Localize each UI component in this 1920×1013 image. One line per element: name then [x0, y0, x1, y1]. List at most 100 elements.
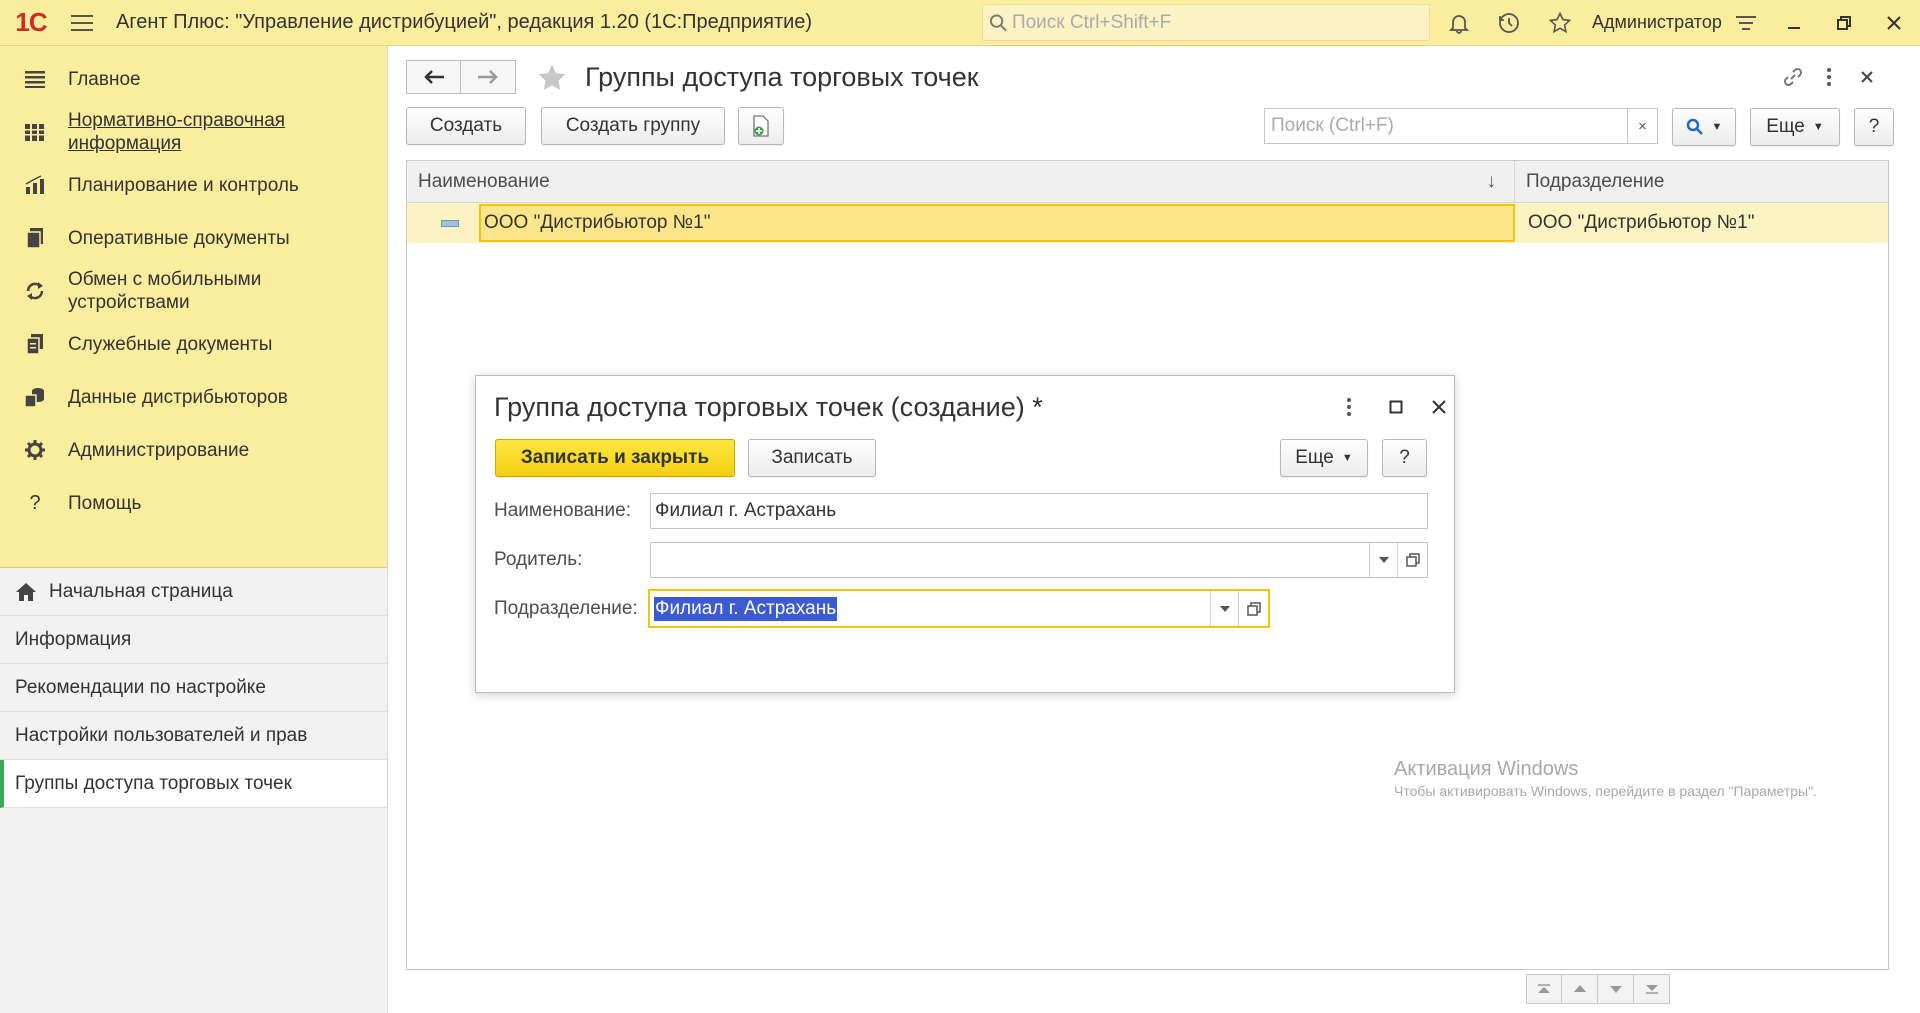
section-label: Нормативно-справочная информация [68, 110, 286, 154]
sort-descending-icon: ↓ [1486, 171, 1497, 192]
section-planning[interactable]: Планирование и контроль [0, 162, 387, 208]
name-input[interactable] [651, 494, 1427, 528]
arrow-right-icon [478, 70, 498, 84]
section-help[interactable]: ? Помощь [0, 480, 387, 526]
save-button[interactable]: Записать [748, 439, 876, 477]
minimize-icon[interactable] [1776, 8, 1812, 38]
more-actions-icon[interactable] [1812, 60, 1846, 94]
column-header-division[interactable]: Подразделение [1515, 161, 1888, 202]
dialog-more-actions-icon[interactable] [1334, 392, 1364, 422]
settings-menu-icon[interactable] [1728, 8, 1764, 38]
history-icon[interactable] [1494, 8, 1524, 38]
restore-window-icon[interactable] [1826, 8, 1862, 38]
back-button[interactable] [406, 60, 461, 94]
list-search-input[interactable] [1265, 115, 1627, 137]
dialog-more-button[interactable]: Еще ▼ [1280, 439, 1368, 477]
section-mobile-exchange[interactable]: Обмен с мобильными устройствами [0, 268, 387, 314]
current-user[interactable]: Администратор [1592, 12, 1722, 33]
help-icon: ? [29, 491, 41, 514]
create-by-copy-button[interactable] [738, 107, 784, 145]
division-dropdown-icon[interactable] [1210, 591, 1238, 626]
cell-name[interactable]: ООО "Дистрибьютор №1" [479, 204, 1515, 242]
save-and-close-button[interactable]: Записать и закрыть [495, 439, 735, 477]
app-logo: 1С [15, 7, 47, 37]
clear-search-button[interactable]: × [1627, 109, 1657, 143]
global-search-input[interactable] [1011, 11, 1429, 34]
section-label: Главное [68, 68, 141, 90]
division-open-icon[interactable] [1238, 591, 1268, 626]
gear-icon [22, 437, 48, 463]
create-button[interactable]: Создать [406, 107, 526, 145]
division-field[interactable]: Филиал г. Астрахань [648, 589, 1270, 628]
add-document-icon [753, 115, 769, 137]
more-button[interactable]: Еще ▼ [1750, 108, 1840, 146]
add-to-favorites-star-icon[interactable] [534, 60, 570, 96]
more-button-label: Еще [1295, 447, 1334, 468]
title-bar: 1С Агент Плюс: "Управление дистрибуцией"… [0, 0, 1920, 46]
maximize-icon[interactable] [1381, 392, 1411, 422]
scroll-to-bottom-icon[interactable] [1634, 974, 1670, 1004]
open-window-user-settings[interactable]: Настройки пользователей и прав [0, 712, 387, 760]
section-service-docs[interactable]: Служебные документы [0, 321, 387, 367]
sidebar: Главное Нормативно-справочная информация… [0, 46, 388, 1013]
dialog-close-icon[interactable] [1424, 392, 1454, 422]
cell-division[interactable]: ООО "Дистрибьютор №1" [1515, 212, 1888, 234]
open-window-label: Рекомендации по настройке [15, 676, 266, 698]
parent-field[interactable] [650, 542, 1428, 578]
arrow-left-icon [423, 70, 444, 84]
service-docs-icon [22, 331, 48, 357]
list-scroll-buttons [1526, 974, 1670, 1004]
section-distributors[interactable]: Данные дистрибьюторов [0, 374, 387, 420]
parent-open-icon[interactable] [1397, 543, 1427, 577]
open-window-recommendations[interactable]: Рекомендации по настройке [0, 664, 387, 712]
dialog-help-button[interactable]: ? [1382, 439, 1427, 477]
create-group-button[interactable]: Создать группу [541, 107, 725, 145]
section-operative-docs[interactable]: Оперативные документы [0, 215, 387, 261]
catalog-icon [22, 119, 48, 145]
sections-panel: Главное Нормативно-справочная информация… [0, 46, 387, 568]
app-title: Агент Плюс: "Управление дистрибуцией", р… [116, 11, 813, 33]
distributors-icon [22, 384, 48, 410]
section-label: Помощь [68, 492, 142, 514]
table-row[interactable]: ООО "Дистрибьютор №1" ООО "Дистрибьютор … [407, 203, 1888, 243]
grid-header: Наименование ↓ Подразделение [407, 161, 1888, 203]
open-window-label: Начальная страница [49, 580, 233, 602]
chart-icon [22, 172, 48, 198]
more-button-label: Еще [1766, 116, 1805, 137]
section-label: Данные дистрибьюторов [68, 386, 288, 408]
open-window-info[interactable]: Информация [0, 616, 387, 664]
close-form-icon[interactable] [1850, 60, 1884, 94]
name-field[interactable] [650, 493, 1428, 529]
help-button[interactable]: ? [1854, 108, 1894, 146]
chevron-down-icon: ▼ [1341, 452, 1353, 464]
open-window-outlet-access-groups[interactable]: Группы доступа торговых точек [0, 760, 387, 808]
list-search[interactable]: × [1264, 108, 1658, 144]
section-administration[interactable]: Администрирование [0, 427, 387, 473]
parent-input[interactable] [651, 543, 1369, 577]
documents-icon [22, 225, 48, 251]
scroll-down-icon[interactable] [1598, 974, 1634, 1004]
open-window-home[interactable]: Начальная страница [0, 568, 387, 616]
dialog-title: Группа доступа торговых точек (создание)… [494, 392, 1043, 422]
chevron-down-icon: ▼ [1812, 121, 1824, 133]
main-menu-icon[interactable] [62, 0, 102, 46]
create-group-dialog: Группа доступа торговых точек (создание)… [475, 375, 1455, 693]
favorites-star-icon[interactable] [1545, 8, 1575, 38]
parent-label: Родитель: [494, 549, 583, 570]
search-icon [989, 13, 1007, 31]
division-value-selected[interactable]: Филиал г. Астрахань [654, 596, 838, 621]
column-header-label: Наименование [418, 170, 550, 192]
forward-button[interactable] [461, 60, 516, 94]
column-header-name[interactable]: Наименование ↓ [407, 161, 1515, 202]
scroll-to-top-icon[interactable] [1526, 974, 1562, 1004]
close-window-icon[interactable] [1876, 8, 1912, 38]
search-icon [1686, 118, 1703, 135]
global-search[interactable] [982, 4, 1430, 41]
link-icon[interactable] [1776, 60, 1810, 94]
parent-dropdown-icon[interactable] [1369, 543, 1397, 577]
search-options-button[interactable]: ▼ [1672, 108, 1736, 146]
section-main[interactable]: Главное [0, 56, 387, 102]
notifications-bell-icon[interactable] [1444, 8, 1474, 38]
section-catalogs[interactable]: Нормативно-справочная информация [0, 109, 387, 155]
scroll-up-icon[interactable] [1562, 974, 1598, 1004]
